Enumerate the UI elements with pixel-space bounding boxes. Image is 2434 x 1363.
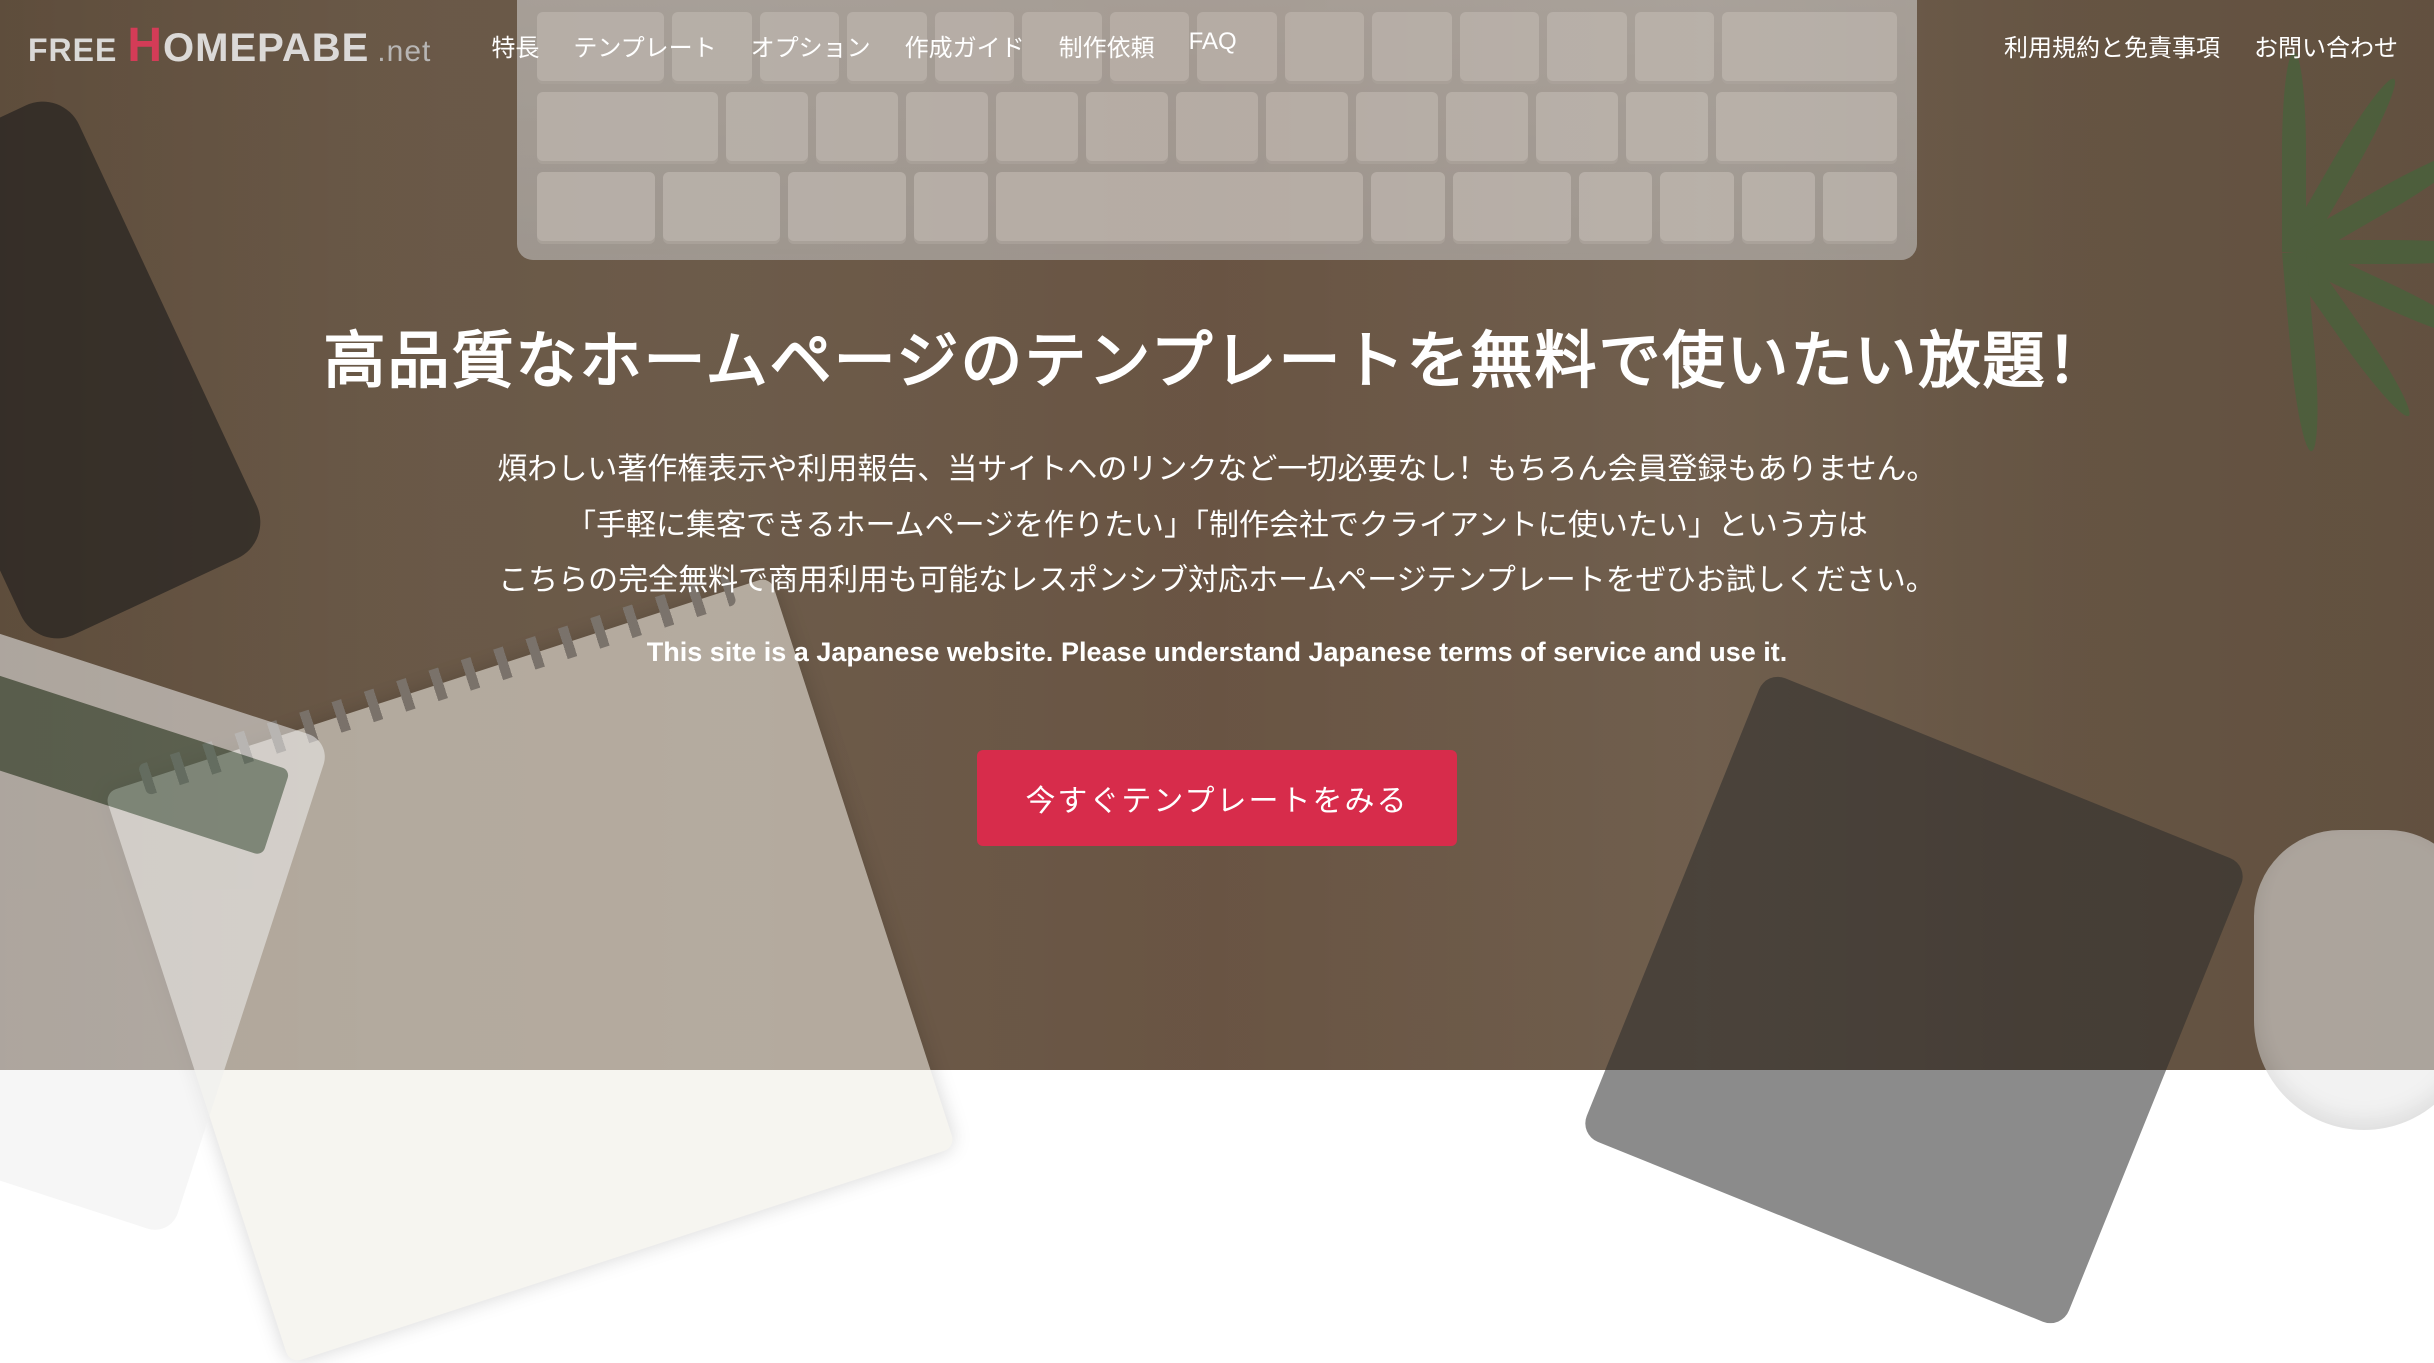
logo-text-free: FREE: [28, 32, 117, 69]
nav-faq[interactable]: FAQ: [1189, 28, 1237, 63]
hero-subtitle-line-3: こちらの完全無料で商用利用も可能なレスポンシブ対応ホームページテンプレートをぜひ…: [0, 553, 2434, 609]
site-logo[interactable]: FREE H OMEPABE .net: [28, 18, 431, 73]
nav-options[interactable]: オプション: [751, 28, 871, 63]
secondary-nav: 利用規約と免責事項 お問い合わせ: [2004, 28, 2398, 63]
nav-contact[interactable]: お問い合わせ: [2254, 28, 2398, 63]
hero-subtitle-line-2: 「手軽に集客できるホームページを作りたい」「制作会社でクライアントに使いたい」と…: [0, 498, 2434, 554]
hero-title: 高品質なホームページのテンプレートを無料で使いたい放題！: [0, 310, 2434, 400]
hero-section: FREE H OMEPABE .net 特長 テンプレート オプション 作成ガイ…: [0, 0, 2434, 1070]
nav-templates[interactable]: テンプレート: [573, 28, 716, 63]
site-header: FREE H OMEPABE .net 特長 テンプレート オプション 作成ガイ…: [0, 0, 2434, 91]
nav-terms[interactable]: 利用規約と免責事項: [2004, 28, 2220, 63]
main-nav: 特長 テンプレート オプション 作成ガイド 制作依頼 FAQ: [491, 28, 1236, 63]
logo-text-rest: OMEPABE: [163, 26, 369, 71]
logo-text-h: H: [127, 18, 163, 73]
nav-guide[interactable]: 作成ガイド: [905, 28, 1025, 63]
cta-view-templates-button[interactable]: 今すぐテンプレートをみる: [977, 750, 1456, 846]
hero-english-note: This site is a Japanese website. Please …: [0, 637, 2434, 668]
hero-content: 高品質なホームページのテンプレートを無料で使いたい放題！ 煩わしい著作権表示や利…: [0, 310, 2434, 846]
nav-features[interactable]: 特長: [491, 28, 539, 63]
mouse-image: [2254, 830, 2434, 1130]
hero-subtitle-line-1: 煩わしい著作権表示や利用報告、当サイトへのリンクなど一切必要なし！もちろん会員登…: [0, 442, 2434, 498]
nav-request[interactable]: 制作依頼: [1059, 28, 1155, 63]
logo-text-suffix: .net: [377, 35, 431, 69]
